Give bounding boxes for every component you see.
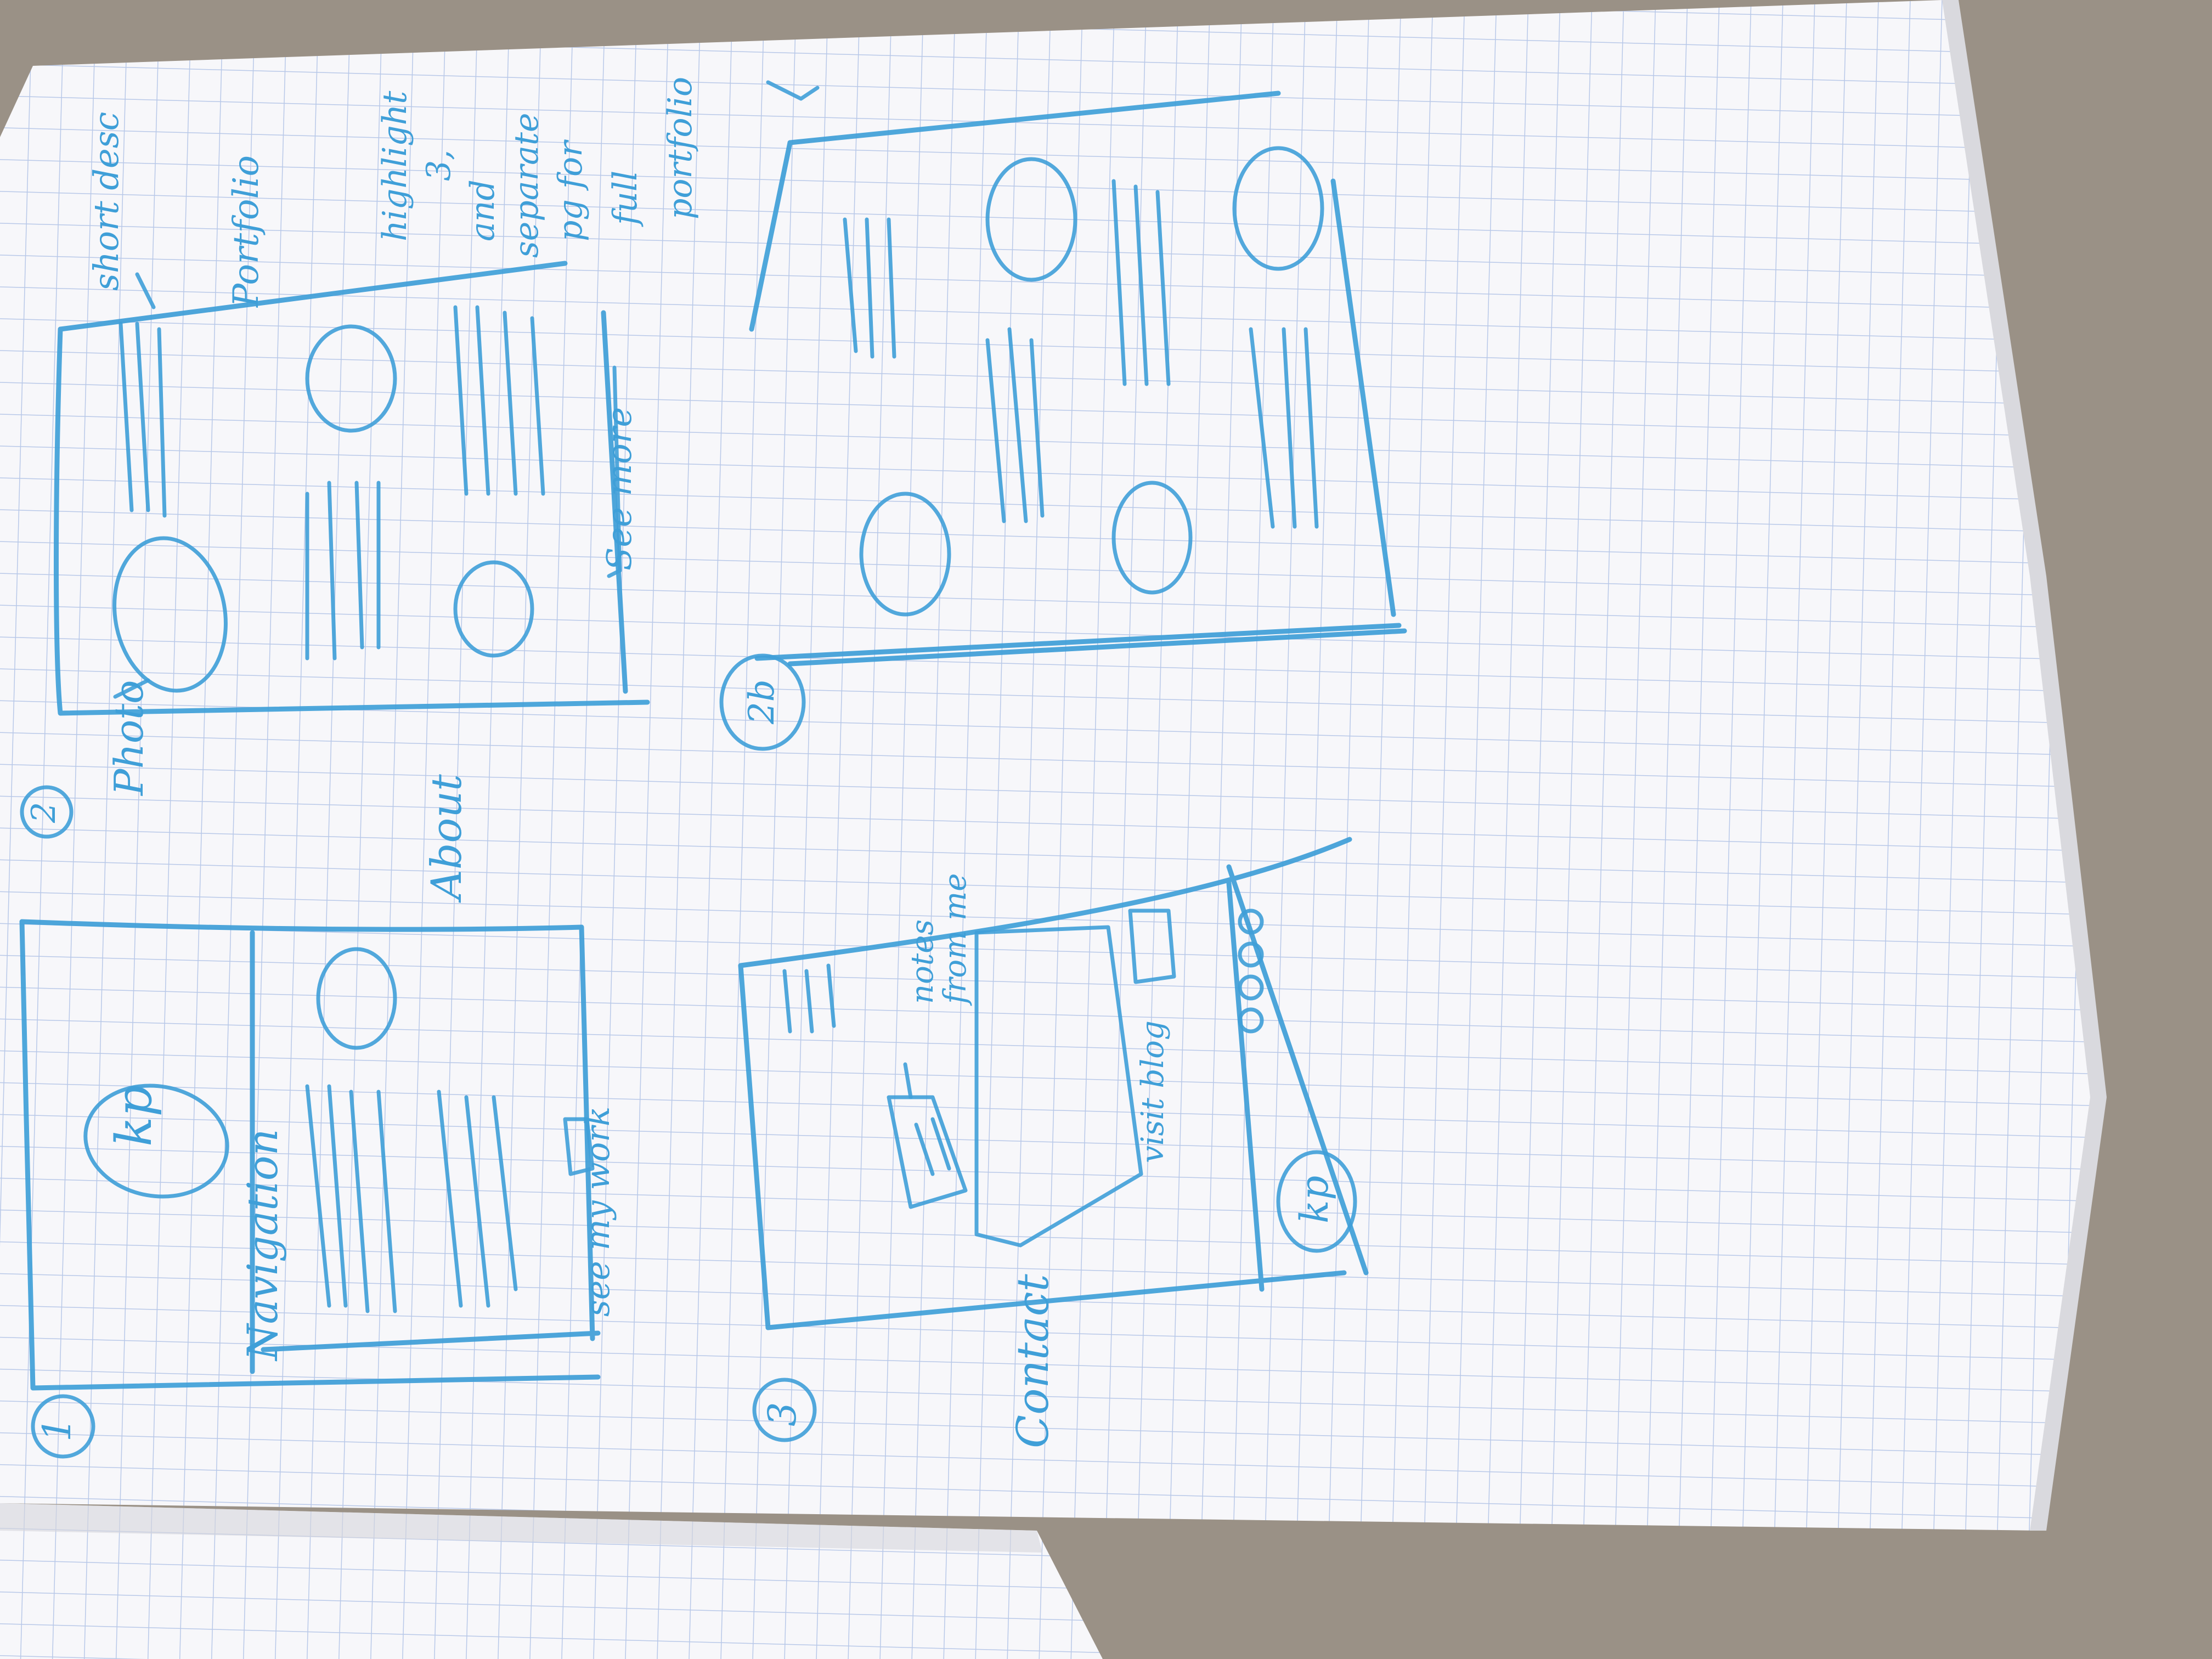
sketch-2-number: 2 bbox=[25, 802, 63, 823]
sketch-1-nav-label: Navigation bbox=[238, 1128, 287, 1362]
sketch-2-note-line-7: portfolio bbox=[661, 77, 699, 219]
sketch-1-about-label: About bbox=[422, 774, 471, 903]
sketch-2-desc-label: short desc bbox=[86, 112, 126, 291]
sketch-2-note-line-4: separate bbox=[507, 112, 546, 258]
sketch-2b-number: 2b bbox=[742, 679, 782, 725]
sketch-3-blog-label: visit blog bbox=[1135, 1020, 1171, 1163]
sketch-1-logo-text: kp bbox=[105, 1085, 163, 1147]
sketch-2-note-line-3: and bbox=[464, 179, 502, 241]
sketch-2-note-line-2: 3, bbox=[420, 150, 458, 181]
sketch-3-notes-label-1: notes bbox=[905, 919, 940, 1004]
sketch-2-photo-label: Photo bbox=[106, 680, 152, 797]
sketch-2-note-line-6: full bbox=[606, 171, 645, 227]
sketch-3-footer-logo-text: kp bbox=[1292, 1176, 1337, 1223]
notebook-photo: kp Navigation About see my work 1 Photo … bbox=[0, 0, 2212, 1659]
sketch-3-number: 3 bbox=[760, 1402, 805, 1426]
sketch-1-number: 1 bbox=[35, 1417, 80, 1442]
sketch-2-note-line-5: pg for bbox=[551, 139, 590, 241]
sketch-2-portfolio-label: Portfolio bbox=[226, 155, 267, 308]
sketch-3-notes-label-2: from me bbox=[938, 873, 973, 1006]
sketch-3-contact-label: Contact bbox=[1007, 1273, 1058, 1448]
sketch-1-cta-label: see my work bbox=[579, 1107, 617, 1317]
sketch-2-see-more-label: See more bbox=[599, 407, 639, 571]
sketch-2-note-line-1: highlight bbox=[376, 91, 414, 241]
